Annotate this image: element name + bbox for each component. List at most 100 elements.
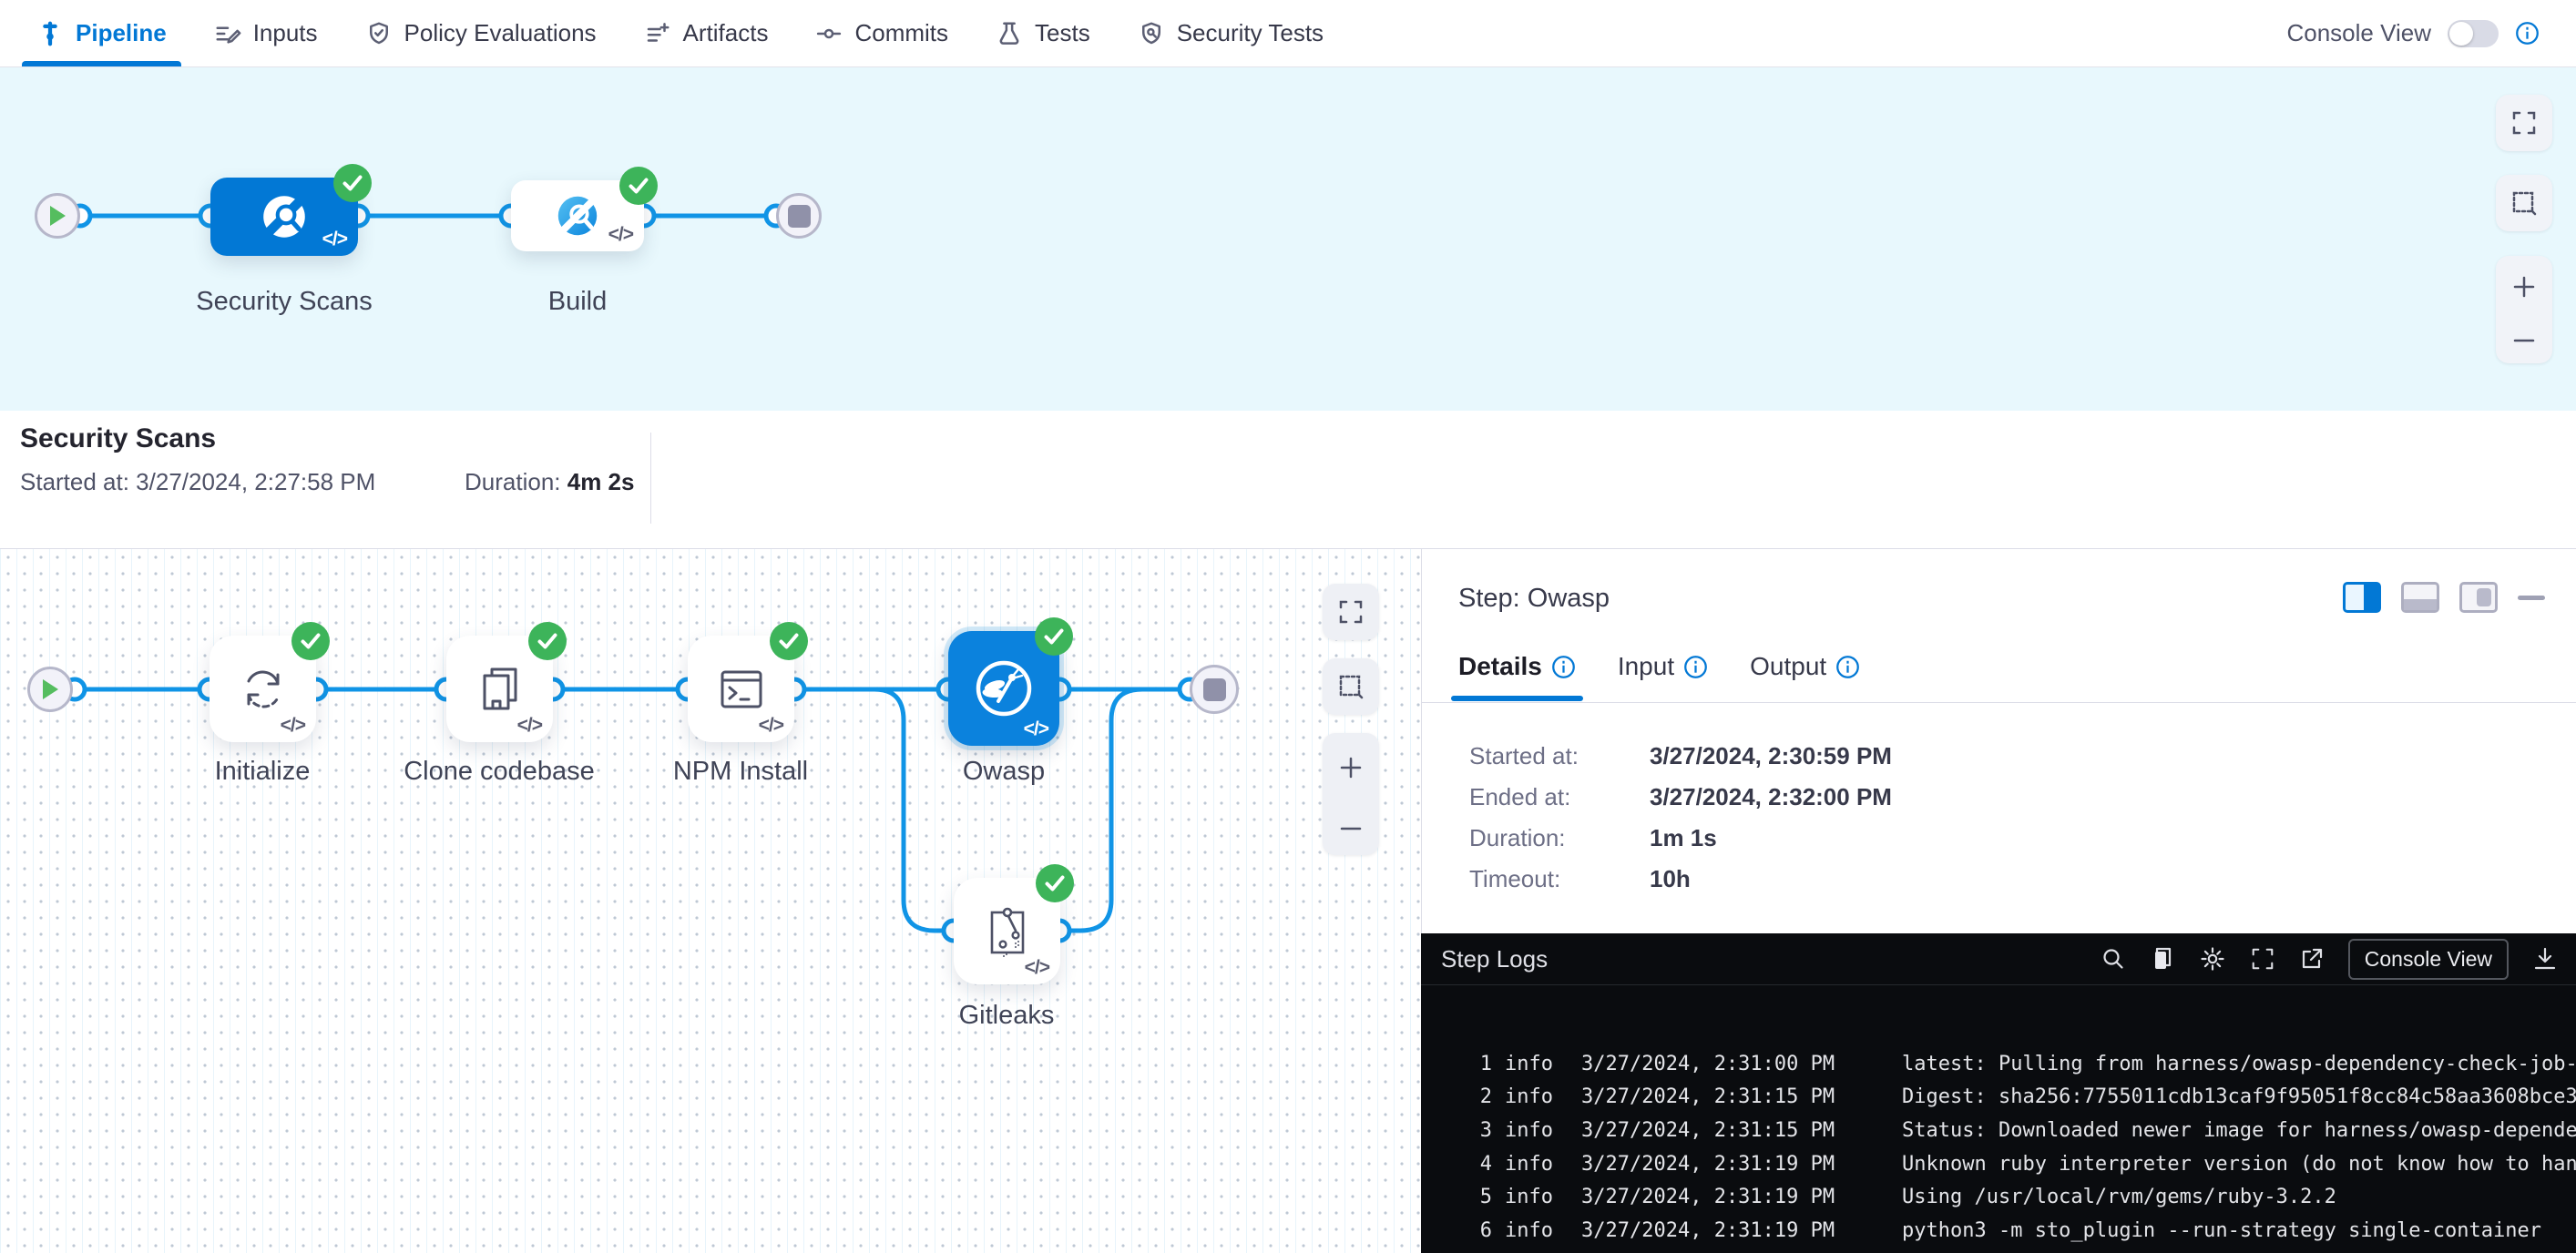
detail-label: Started at:: [1469, 742, 1650, 769]
tab-input[interactable]: Input: [1618, 652, 1708, 701]
zoom-in-icon[interactable]: [2510, 273, 2538, 301]
pipeline-icon: [36, 20, 64, 47]
tab-security-tests[interactable]: Security Tests: [1138, 0, 1324, 66]
canvas-select-button[interactable]: [1323, 658, 1379, 715]
step-logs-header: Step Logs Console View: [1421, 933, 2576, 985]
tab-pipeline[interactable]: Pipeline: [36, 0, 167, 66]
flask-icon: [996, 20, 1023, 47]
stage-label[interactable]: Security Scans: [166, 287, 403, 317]
step-label[interactable]: Clone codebase: [381, 757, 618, 787]
play-icon: [41, 678, 59, 700]
security-tests-shield-icon: [1138, 20, 1165, 47]
check-icon: [779, 633, 799, 649]
fullscreen-icon: [2510, 109, 2538, 137]
zoom-out-icon[interactable]: [1337, 823, 1365, 834]
tab-inputs[interactable]: Inputs: [214, 0, 318, 66]
step-graph-canvas[interactable]: </> Initialize </> Clone codebase: [0, 549, 1421, 1253]
tab-output[interactable]: Output: [1750, 652, 1860, 701]
detail-label: Duration:: [1469, 824, 1650, 851]
step-card-initialize[interactable]: </>: [210, 636, 316, 742]
canvas-select-button[interactable]: [2496, 175, 2552, 231]
stage-card-build[interactable]: </>: [511, 180, 644, 251]
canvas-fullscreen-button[interactable]: [1323, 584, 1379, 640]
step-label[interactable]: Initialize: [144, 757, 381, 787]
divider: [650, 433, 651, 524]
stage-info-bar: Security Scans Started at: 3/27/2024, 2:…: [0, 411, 2576, 548]
step-label[interactable]: Owasp: [885, 757, 1122, 787]
gitleaks-icon: [979, 903, 1036, 960]
fullscreen-icon: [1337, 598, 1365, 626]
step-card-owasp[interactable]: </>: [948, 631, 1059, 746]
step-details: Started at: 3/27/2024, 2:30:59 PM Ended …: [1469, 742, 1892, 906]
zoom-in-icon[interactable]: [1337, 754, 1365, 781]
external-link-icon[interactable]: [2299, 946, 2325, 972]
detail-label: Timeout:: [1469, 865, 1650, 892]
stage-connectors: [0, 67, 2576, 411]
success-badge: [1035, 617, 1073, 656]
tab-label: Tests: [1035, 19, 1090, 47]
log-line-number: 6: [1468, 1219, 1492, 1242]
tab-label: Input: [1618, 652, 1674, 681]
top-nav: Pipeline Inputs Policy Evaluations Artif…: [0, 0, 2576, 67]
settings-gear-icon[interactable]: [2199, 945, 2226, 973]
duration-label: Duration:: [465, 468, 561, 495]
tab-label: Policy Evaluations: [404, 19, 597, 47]
duration-value: 4m 2s: [567, 468, 635, 495]
tab-details[interactable]: Details: [1458, 652, 1576, 701]
tab-artifacts[interactable]: Artifacts: [644, 0, 769, 66]
step-tabs: Details Input Output: [1458, 652, 1860, 701]
download-icon[interactable]: [2532, 946, 2558, 972]
step-label[interactable]: Gitleaks: [888, 1001, 1125, 1031]
layout-floating-panel-icon[interactable]: [2459, 582, 2498, 613]
code-icon: </>: [322, 229, 347, 250]
success-badge: [528, 622, 567, 660]
layout-bottom-panel-icon[interactable]: [2401, 582, 2439, 613]
copy-icon[interactable]: [2150, 946, 2175, 972]
log-line-number: 4: [1468, 1153, 1492, 1176]
log-level: info: [1505, 1085, 1563, 1108]
step-card-npm-install[interactable]: </>: [688, 636, 794, 742]
npm-terminal-icon: [713, 661, 770, 718]
search-icon[interactable]: [2101, 946, 2126, 972]
log-message: latest: Pulling from harness/owasp-depen…: [1902, 1053, 2576, 1075]
console-view-toggle[interactable]: [2448, 20, 2499, 47]
success-badge: [1036, 864, 1074, 902]
log-line: 3 info 3/27/2024, 2:31:15 PM Status: Dow…: [1468, 1114, 2576, 1147]
tab-label: Output: [1750, 652, 1826, 681]
code-icon: </>: [1024, 718, 1048, 740]
initialize-refresh-icon: [236, 662, 291, 717]
tab-commits[interactable]: Commits: [815, 0, 948, 66]
step-card-clone-codebase[interactable]: </>: [446, 636, 553, 742]
info-icon[interactable]: [2515, 21, 2540, 46]
log-level: info: [1505, 1186, 1563, 1208]
stage-graph-canvas[interactable]: </> Security Scans </> Build: [0, 67, 2576, 411]
log-line-number: 2: [1468, 1085, 1492, 1108]
canvas-zoom-controls: [2496, 256, 2552, 363]
collapse-panel-icon[interactable]: [2518, 596, 2545, 600]
canvas-fullscreen-button[interactable]: [2496, 95, 2552, 151]
stage-duration: Duration: 4m 2s: [465, 468, 634, 496]
step-logs-panel: Step Logs Console View 1 info 3/27/2024,…: [1421, 933, 2576, 1253]
build-stage-icon: [553, 191, 602, 240]
code-icon: </>: [281, 715, 305, 737]
layout-right-panel-icon[interactable]: [2343, 582, 2381, 613]
owasp-wasp-icon: [971, 656, 1037, 721]
stage-label[interactable]: Build: [459, 287, 696, 317]
check-icon: [537, 633, 557, 649]
detail-value: 3/27/2024, 2:30:59 PM: [1650, 742, 1892, 769]
tab-tests[interactable]: Tests: [996, 0, 1090, 66]
detail-value: 10h: [1650, 865, 1691, 892]
step-label[interactable]: NPM Install: [622, 757, 859, 787]
info-icon: [1683, 655, 1708, 679]
console-view-button[interactable]: Console View: [2348, 939, 2509, 980]
detail-value: 1m 1s: [1650, 824, 1717, 851]
log-lines[interactable]: 1 info 3/27/2024, 2:31:00 PM latest: Pul…: [1468, 1047, 2576, 1248]
divider: [1422, 702, 2576, 703]
stage-card-security-scans[interactable]: </>: [210, 178, 358, 256]
zoom-out-icon[interactable]: [2510, 335, 2538, 346]
success-badge: [619, 167, 658, 205]
log-line: 2 info 3/27/2024, 2:31:15 PM Digest: sha…: [1468, 1081, 2576, 1115]
fullscreen-icon[interactable]: [2250, 946, 2275, 972]
step-card-gitleaks[interactable]: </>: [954, 878, 1060, 984]
tab-policy-evaluations[interactable]: Policy Evaluations: [365, 0, 597, 66]
